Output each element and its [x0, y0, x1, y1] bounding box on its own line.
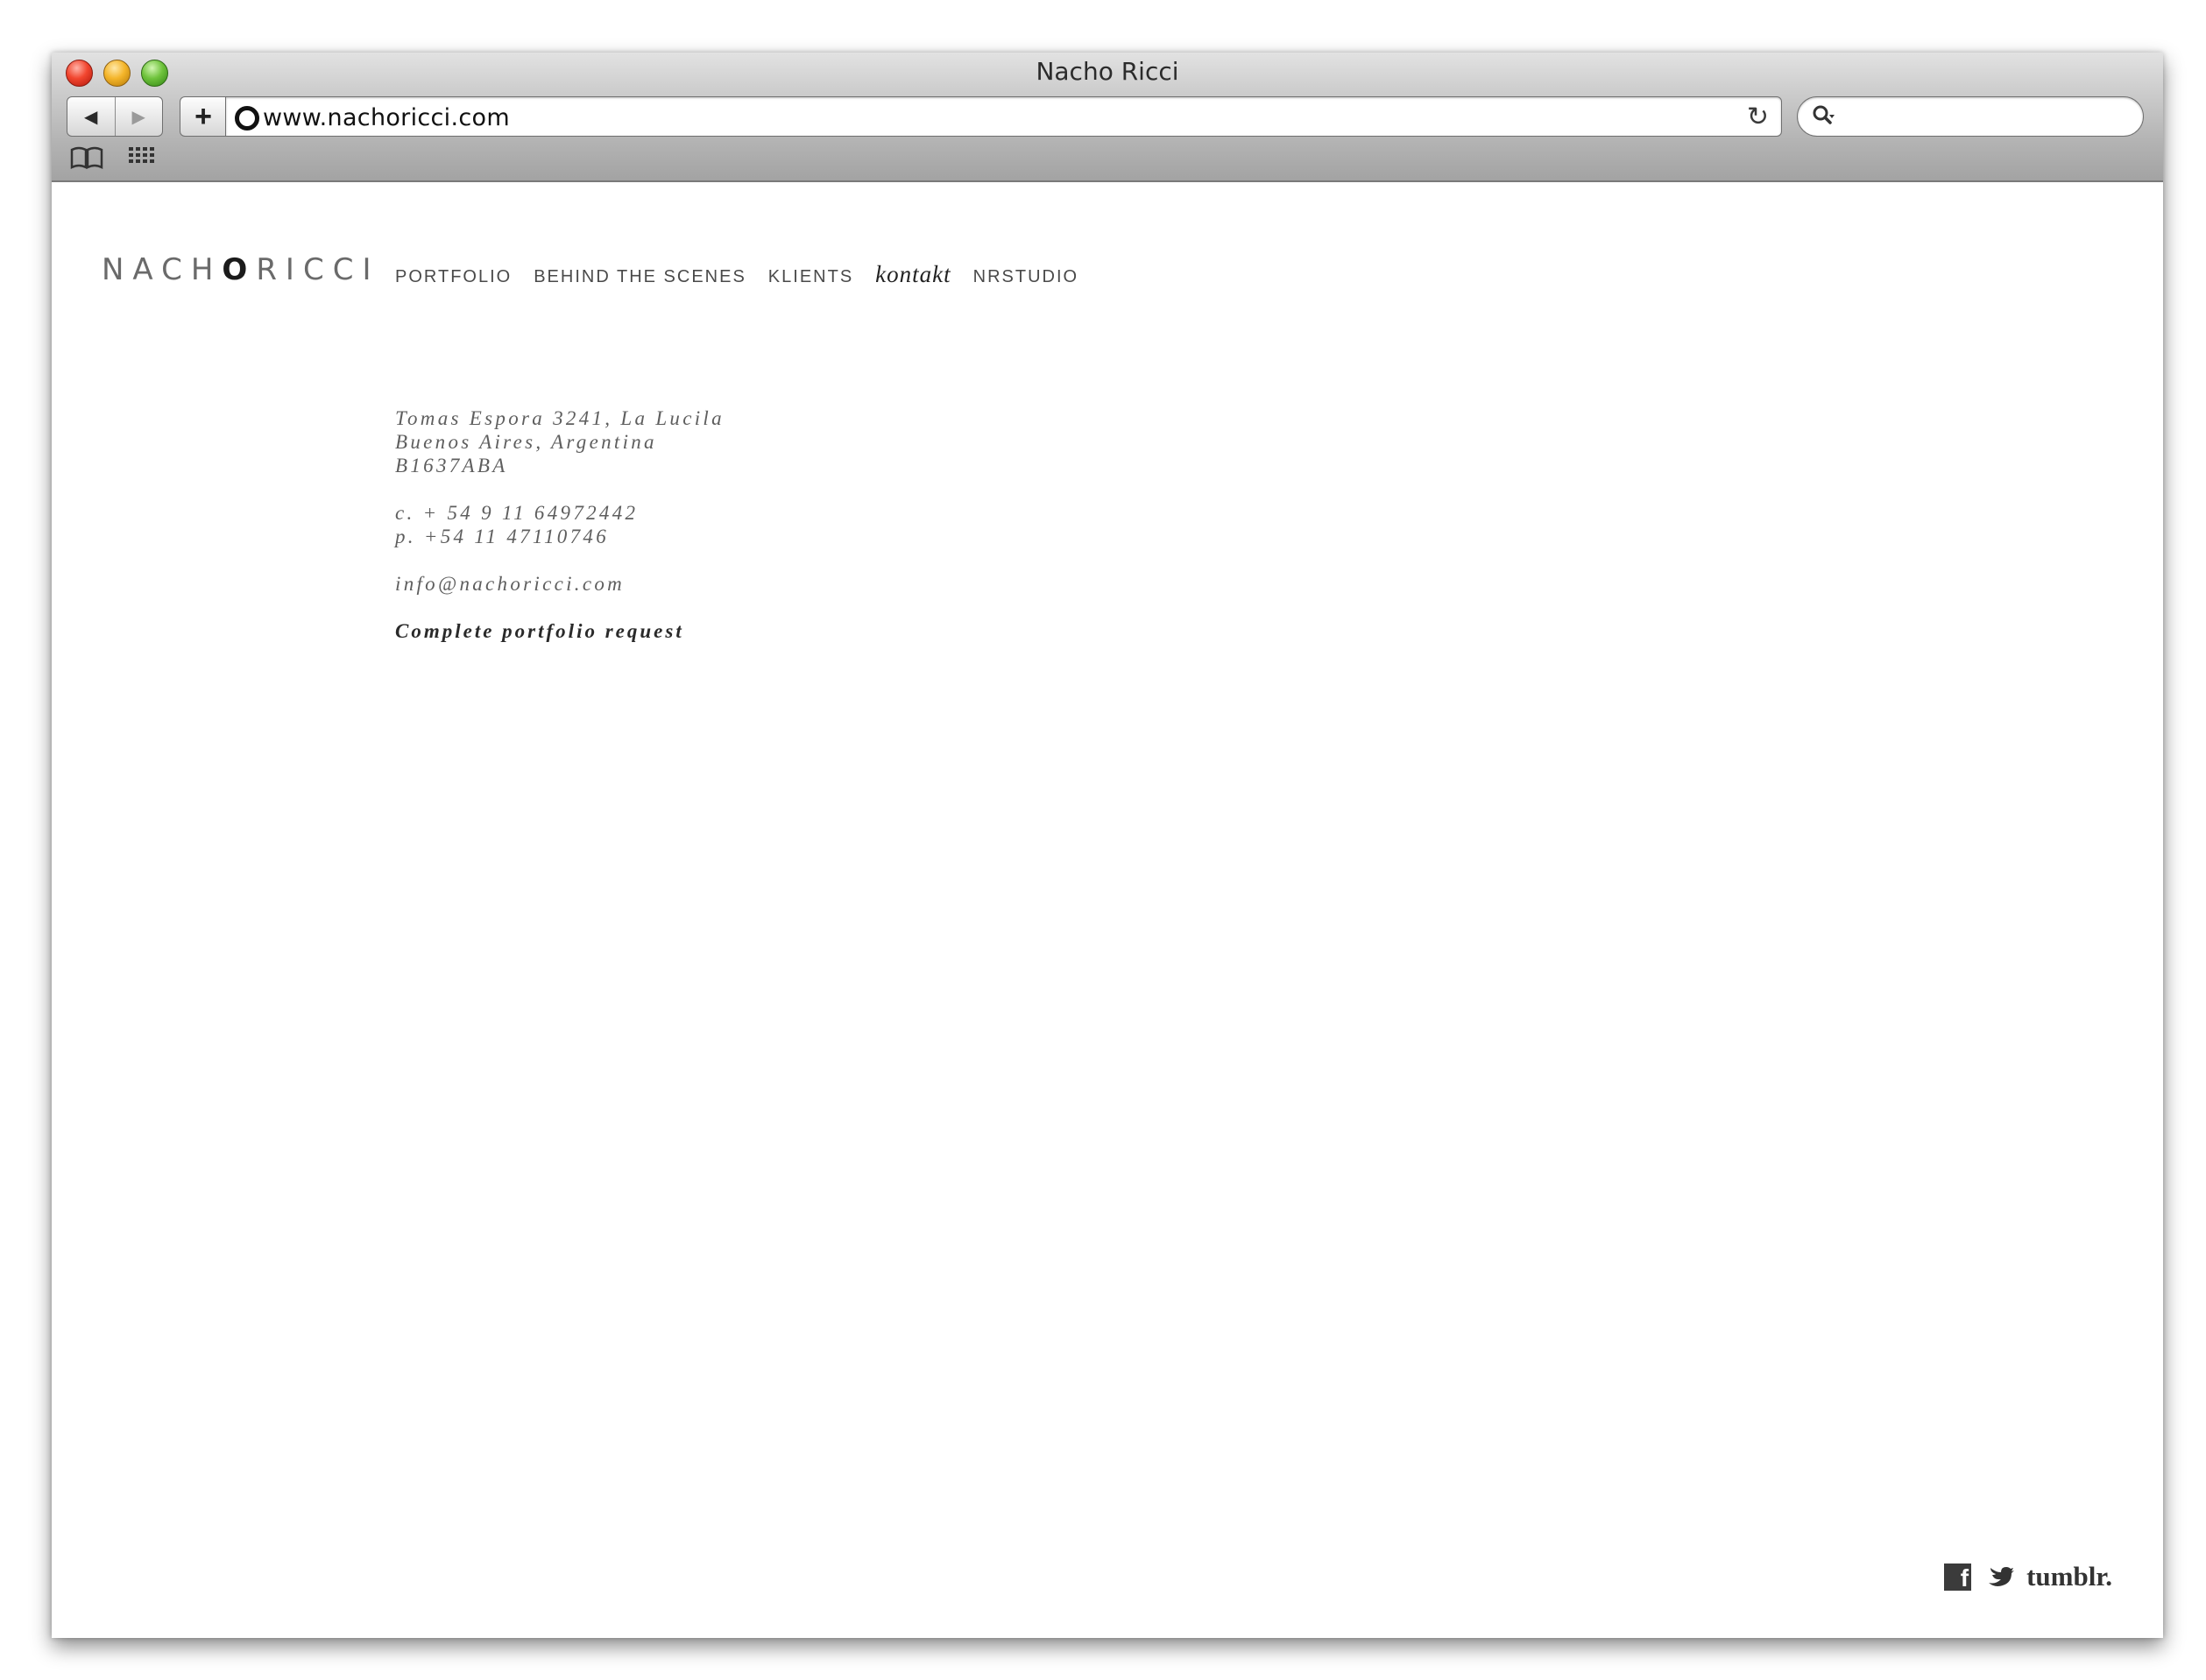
- logo-part-1: NACH: [102, 252, 223, 287]
- browser-window: Nacho Ricci ◀ ▶ + www.nachoricci.com ↻ N…: [52, 53, 2163, 1638]
- back-button[interactable]: ◀: [67, 97, 116, 136]
- logo-part-2: O: [222, 252, 257, 287]
- cell-phone: c. + 54 9 11 64972442: [395, 502, 639, 524]
- nav-item-portfolio[interactable]: PORTFOLIO: [395, 267, 512, 287]
- logo-part-3: RICCI: [256, 252, 380, 287]
- bookmarks-icon[interactable]: [69, 145, 104, 170]
- forward-button[interactable]: ▶: [116, 97, 163, 136]
- social-links: f tumblr.: [1944, 1561, 2112, 1592]
- reload-icon[interactable]: ↻: [1747, 102, 1769, 132]
- contact-block: Tomas Espora 3241, La Lucila Buenos Aire…: [395, 406, 725, 643]
- facebook-icon[interactable]: f: [1944, 1563, 1972, 1591]
- address-bar[interactable]: www.nachoricci.com ↻: [225, 96, 1782, 137]
- browser-chrome: Nacho Ricci ◀ ▶ + www.nachoricci.com ↻: [52, 53, 2163, 182]
- nav-item-behind-the-scenes[interactable]: BEHIND THE SCENES: [534, 267, 746, 287]
- nav-item-klients[interactable]: KLIENTS: [768, 267, 853, 287]
- nav-item-kontakt[interactable]: kontakt: [875, 261, 951, 288]
- window-title: Nacho Ricci: [1036, 57, 1179, 86]
- site-logo[interactable]: NACHORICCI: [102, 252, 379, 287]
- tumblr-link[interactable]: tumblr.: [2026, 1561, 2112, 1592]
- history-nav: ◀ ▶: [67, 96, 163, 137]
- landline-phone: p. +54 11 47110746: [395, 526, 610, 547]
- nav-item-nrstudio[interactable]: NRSTUDIO: [973, 267, 1078, 287]
- site-nav: PORTFOLIO BEHIND THE SCENES KLIENTS kont…: [395, 261, 1100, 288]
- search-field[interactable]: [1797, 96, 2144, 137]
- search-icon: [1813, 105, 1835, 124]
- top-sites-icon[interactable]: [127, 145, 159, 168]
- url-text[interactable]: www.nachoricci.com: [263, 104, 510, 131]
- site-icon: [235, 106, 259, 131]
- address-line-2: Buenos Aires, Argentina: [395, 431, 657, 453]
- email-link[interactable]: info@nachoricci.com: [395, 572, 725, 596]
- add-bookmark-button[interactable]: +: [180, 96, 226, 137]
- postal-code: B1637ABA: [395, 455, 508, 476]
- twitter-icon[interactable]: [1987, 1565, 2015, 1588]
- portfolio-request-link[interactable]: Complete portfolio request: [395, 619, 725, 643]
- address-line-1: Tomas Espora 3241, La Lucila: [395, 407, 725, 429]
